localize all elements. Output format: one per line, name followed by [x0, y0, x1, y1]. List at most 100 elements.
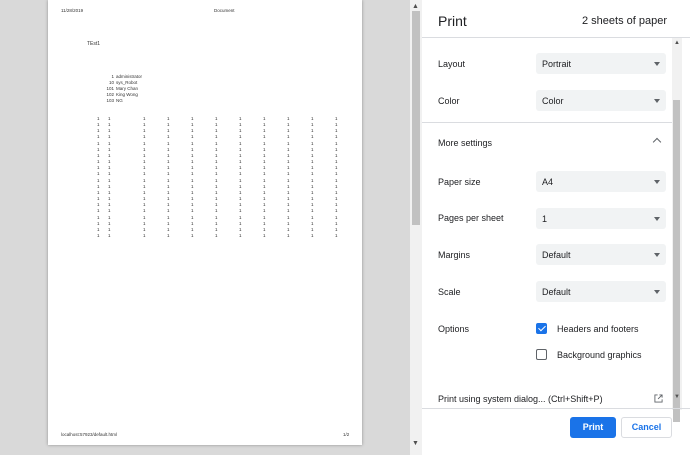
preview-grid-cell: 1 [287, 220, 290, 226]
preview-grid-cell: 1 [239, 220, 242, 226]
preview-grid-column: 11111111111111111111 [97, 116, 100, 239]
preview-grid-cell: 1 [108, 208, 111, 214]
pages-per-sheet-select[interactable]: 1 [536, 208, 666, 229]
preview-header-title: Document [214, 8, 235, 13]
paper-size-value: A4 [542, 177, 554, 187]
scrollbar-thumb[interactable] [412, 11, 420, 225]
preview-grid-column: 11111111111111111111 [311, 116, 314, 239]
preview-grid-cell: 1 [263, 183, 266, 189]
preview-grid-cell: 1 [143, 232, 146, 238]
options-label: Options [438, 324, 470, 334]
color-value: Color [542, 96, 564, 106]
scroll-up-arrow[interactable]: ▲ [412, 3, 419, 10]
preview-grid-column: 11111111111111111111 [108, 116, 111, 239]
preview-grid-cell: 1 [143, 134, 146, 140]
preview-grid-column: 11111111111111111111 [167, 116, 170, 239]
margins-label: Margins [438, 250, 471, 260]
preview-grid-cell: 1 [239, 214, 242, 220]
preview-grid-cell: 1 [263, 220, 266, 226]
preview-grid-cell: 1 [191, 220, 194, 226]
preview-grid-column: 11111111111111111111 [215, 116, 218, 239]
preview-grid-cell: 1 [215, 171, 218, 177]
preview-grid-cell: 1 [97, 214, 100, 220]
preview-grid-cell: 1 [215, 220, 218, 226]
scrollbar-thumb[interactable] [673, 100, 680, 422]
system-dialog-link[interactable]: Print using system dialog... (Ctrl+Shift… [422, 385, 672, 409]
margins-select[interactable]: Default [536, 244, 666, 265]
chevron-down-icon [654, 180, 660, 184]
preview-grid-cell: 1 [167, 208, 170, 214]
more-settings-toggle[interactable]: More settings [422, 122, 672, 162]
panel-header: Print 2 sheets of paper [422, 0, 690, 38]
preview-grid-cell: 1 [215, 177, 218, 183]
open-in-new-icon [654, 394, 663, 403]
preview-grid-cell: 1 [287, 134, 290, 140]
headers-footers-checkbox[interactable] [536, 323, 547, 334]
preview-grid-cell: 1 [167, 220, 170, 226]
preview-grid-cell: 1 [97, 134, 100, 140]
preview-grid-cell: 1 [143, 140, 146, 146]
scroll-up-arrow[interactable]: ▲ [674, 40, 680, 46]
preview-grid-cell: 1 [287, 214, 290, 220]
preview-footer-url: localhost:57923/default.html [61, 432, 118, 437]
preview-grid-cell: 1 [215, 140, 218, 146]
preview-grid-cell: 1 [311, 171, 314, 177]
preview-grid-cell: 1 [239, 232, 242, 238]
layout-select[interactable]: Portrait [536, 53, 666, 74]
preview-grid-cell: 1 [311, 140, 314, 146]
preview-grid-cell: 1 [335, 208, 338, 214]
preview-grid-cell: 1 [263, 208, 266, 214]
preview-grid-cell: 1 [143, 171, 146, 177]
preview-grid-cell: 1 [263, 177, 266, 183]
preview-user-list: 1 administrator 10 sys_Robot 101 Mary Chan … [102, 74, 142, 104]
background-graphics-checkbox[interactable] [536, 349, 547, 360]
preview-grid-cell: 1 [167, 134, 170, 140]
scroll-down-arrow[interactable]: ▼ [674, 394, 680, 400]
sheet-count: 2 sheets of paper [581, 15, 667, 27]
preview-grid-cell: 1 [287, 171, 290, 177]
preview-grid-cell: 1 [239, 208, 242, 214]
chevron-down-icon [654, 62, 660, 66]
color-select[interactable]: Color [536, 90, 666, 111]
preview-scrollbar[interactable]: ▲ ▼ [410, 0, 422, 455]
preview-heading: TEst1 [87, 41, 101, 47]
preview-grid-cell: 1 [287, 140, 290, 146]
preview-grid-cell: 1 [311, 134, 314, 140]
preview-grid-cell: 1 [167, 177, 170, 183]
preview-grid-cell: 1 [143, 183, 146, 189]
preview-grid-cell: 1 [311, 220, 314, 226]
preview-grid-cell: 1 [97, 220, 100, 226]
preview-grid-cell: 1 [191, 232, 194, 238]
layout-value: Portrait [542, 59, 572, 69]
preview-grid-cell: 1 [239, 134, 242, 140]
paper-size-select[interactable]: A4 [536, 171, 666, 192]
preview-grid-cell: 1 [143, 177, 146, 183]
preview-grid-cell: 1 [215, 214, 218, 220]
cancel-button[interactable]: Cancel [621, 417, 672, 438]
scale-select[interactable]: Default [536, 281, 666, 302]
preview-grid-cell: 1 [335, 220, 338, 226]
preview-grid-cell: 1 [335, 171, 338, 177]
preview-grid-cell: 1 [239, 177, 242, 183]
preview-grid-column: 11111111111111111111 [287, 116, 290, 239]
preview-grid-cell: 1 [167, 214, 170, 220]
headers-footers-label[interactable]: Headers and footers [557, 324, 639, 334]
preview-grid-cell: 1 [97, 208, 100, 214]
preview-grid-cell: 1 [263, 214, 266, 220]
preview-grid-cell: 1 [108, 183, 111, 189]
preview-grid-cell: 1 [263, 232, 266, 238]
scroll-down-arrow[interactable]: ▼ [412, 440, 419, 447]
print-settings-panel: Print 2 sheets of paper Layout Portrait … [422, 0, 690, 455]
background-graphics-label[interactable]: Background graphics [557, 350, 642, 360]
preview-grid-cell: 1 [311, 214, 314, 220]
panel-title: Print [438, 13, 467, 29]
print-button[interactable]: Print [570, 417, 616, 438]
preview-grid-cell: 1 [335, 177, 338, 183]
preview-header-date: 11/28/2019 [61, 8, 84, 13]
scale-label: Scale [438, 287, 461, 297]
preview-grid-cell: 1 [239, 183, 242, 189]
settings-scrollbar[interactable]: ▲ ▼ [672, 38, 682, 422]
preview-grid-cell: 1 [311, 183, 314, 189]
preview-grid-cell: 1 [191, 140, 194, 146]
chevron-down-icon [654, 253, 660, 257]
